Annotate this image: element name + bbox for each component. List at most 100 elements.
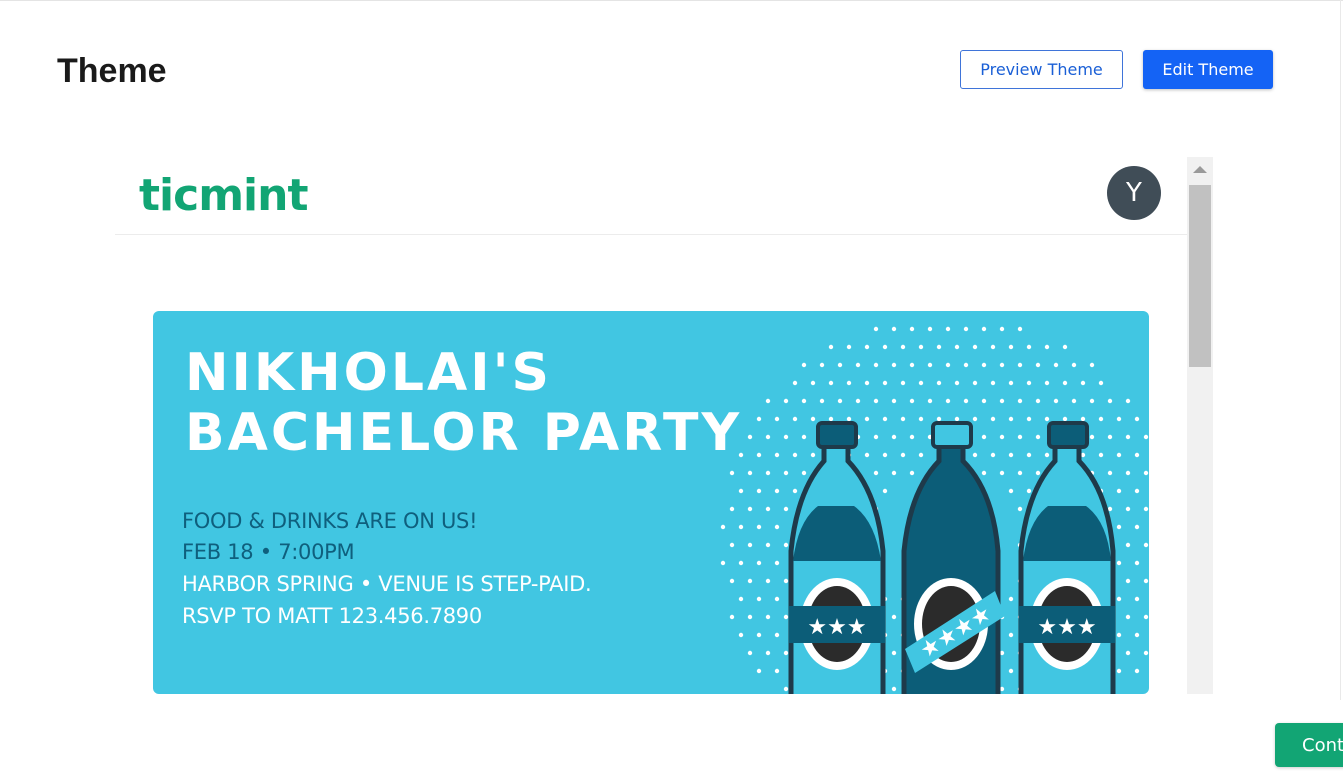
decor-dot — [765, 506, 771, 512]
theme-preview-frame: ticmint Y NIKHOLAI'S BACHELOR PARTY FOOD… — [115, 157, 1187, 694]
decor-dot — [1026, 380, 1032, 386]
decor-dot — [873, 470, 879, 476]
decor-dot — [1062, 380, 1068, 386]
decor-dot — [936, 344, 942, 350]
decor-dot — [792, 488, 798, 494]
decor-dot — [1134, 488, 1140, 494]
banner-detail-food: FOOD & DRINKS ARE ON US! — [182, 509, 478, 533]
decor-dot — [765, 542, 771, 548]
scrollbar-thumb[interactable] — [1189, 185, 1211, 367]
decor-dot — [972, 452, 978, 458]
decor-dot — [999, 326, 1005, 332]
decor-dot — [873, 398, 879, 404]
decor-dot — [1116, 632, 1122, 638]
decor-dot — [990, 416, 996, 422]
banner-detail-date: FEB 18 • 7:00PM — [182, 540, 355, 564]
decor-dot — [864, 380, 870, 386]
decor-dot — [855, 398, 861, 404]
decor-dot — [1062, 344, 1068, 350]
decor-dot — [720, 524, 726, 530]
decor-dot — [819, 362, 825, 368]
decor-dot — [909, 326, 915, 332]
decor-dot — [819, 398, 825, 404]
decor-dot — [1008, 452, 1014, 458]
page-title: Theme — [57, 52, 167, 90]
decor-dot — [936, 416, 942, 422]
decor-dot — [783, 398, 789, 404]
decor-dot — [756, 452, 762, 458]
decor-dot — [738, 488, 744, 494]
decor-dot — [855, 362, 861, 368]
decor-dot — [828, 416, 834, 422]
decor-dot — [1098, 380, 1104, 386]
decor-dot — [792, 380, 798, 386]
decor-dot — [963, 362, 969, 368]
decor-dot — [900, 416, 906, 422]
decor-dot — [1098, 452, 1104, 458]
decor-dot — [891, 614, 897, 620]
decor-dot — [882, 452, 888, 458]
decor-dot — [1062, 416, 1068, 422]
decor-dot — [801, 434, 807, 440]
decor-dot — [738, 632, 744, 638]
decor-dot — [1071, 362, 1077, 368]
decor-dot — [1134, 632, 1140, 638]
decor-dot — [792, 416, 798, 422]
preview-scrollbar[interactable] — [1187, 157, 1213, 694]
decor-dot — [999, 398, 1005, 404]
decor-dot — [783, 470, 789, 476]
decor-dot — [1134, 596, 1140, 602]
decor-dot — [756, 524, 762, 530]
decor-dot — [765, 578, 771, 584]
decor-dot — [1026, 488, 1032, 494]
ticmint-logo[interactable]: ticmint — [139, 170, 308, 221]
decor-dot — [1089, 398, 1095, 404]
preview-theme-button[interactable]: Preview Theme — [960, 50, 1123, 89]
decor-dot — [1017, 326, 1023, 332]
decor-dot — [1134, 668, 1140, 674]
decor-dot — [1116, 416, 1122, 422]
scroll-up-arrow-icon[interactable] — [1193, 166, 1207, 173]
decor-dot — [927, 398, 933, 404]
decor-dot — [1008, 416, 1014, 422]
decor-dot — [837, 398, 843, 404]
decor-dot — [765, 398, 771, 404]
decor-dot — [1116, 668, 1122, 674]
decor-dot — [909, 362, 915, 368]
decor-dot — [981, 362, 987, 368]
decor-dot — [972, 380, 978, 386]
decor-dot — [918, 416, 924, 422]
decor-dot — [783, 578, 789, 584]
decor-dot — [801, 398, 807, 404]
decor-dot — [1035, 398, 1041, 404]
decor-dot — [1125, 650, 1131, 656]
continue-button[interactable]: Cont — [1275, 723, 1343, 767]
bottle-right: ★★★ — [1018, 421, 1116, 694]
decor-dot — [765, 650, 771, 656]
decor-dot — [891, 362, 897, 368]
decor-dot — [756, 596, 762, 602]
decor-dot — [774, 560, 780, 566]
event-banner: NIKHOLAI'S BACHELOR PARTY FOOD & DRINKS … — [153, 311, 1149, 694]
decor-dot — [738, 560, 744, 566]
decor-dot — [900, 344, 906, 350]
decor-dot — [747, 434, 753, 440]
decor-dot — [1008, 668, 1014, 674]
decor-dot — [783, 434, 789, 440]
decor-dot — [954, 380, 960, 386]
decor-dot — [990, 344, 996, 350]
edit-theme-button[interactable]: Edit Theme — [1143, 50, 1273, 89]
user-avatar[interactable]: Y — [1107, 166, 1161, 220]
decor-dot — [774, 668, 780, 674]
decor-dot — [1107, 398, 1113, 404]
decor-dot — [954, 416, 960, 422]
decor-dot — [738, 596, 744, 602]
decor-dot — [909, 470, 915, 476]
decor-dot — [1071, 398, 1077, 404]
decor-dot — [1116, 488, 1122, 494]
decor-dot — [747, 506, 753, 512]
right-divider — [1340, 0, 1341, 700]
decor-dot — [774, 416, 780, 422]
decor-dot — [1143, 470, 1149, 476]
svg-text:★★★: ★★★ — [1037, 615, 1096, 640]
